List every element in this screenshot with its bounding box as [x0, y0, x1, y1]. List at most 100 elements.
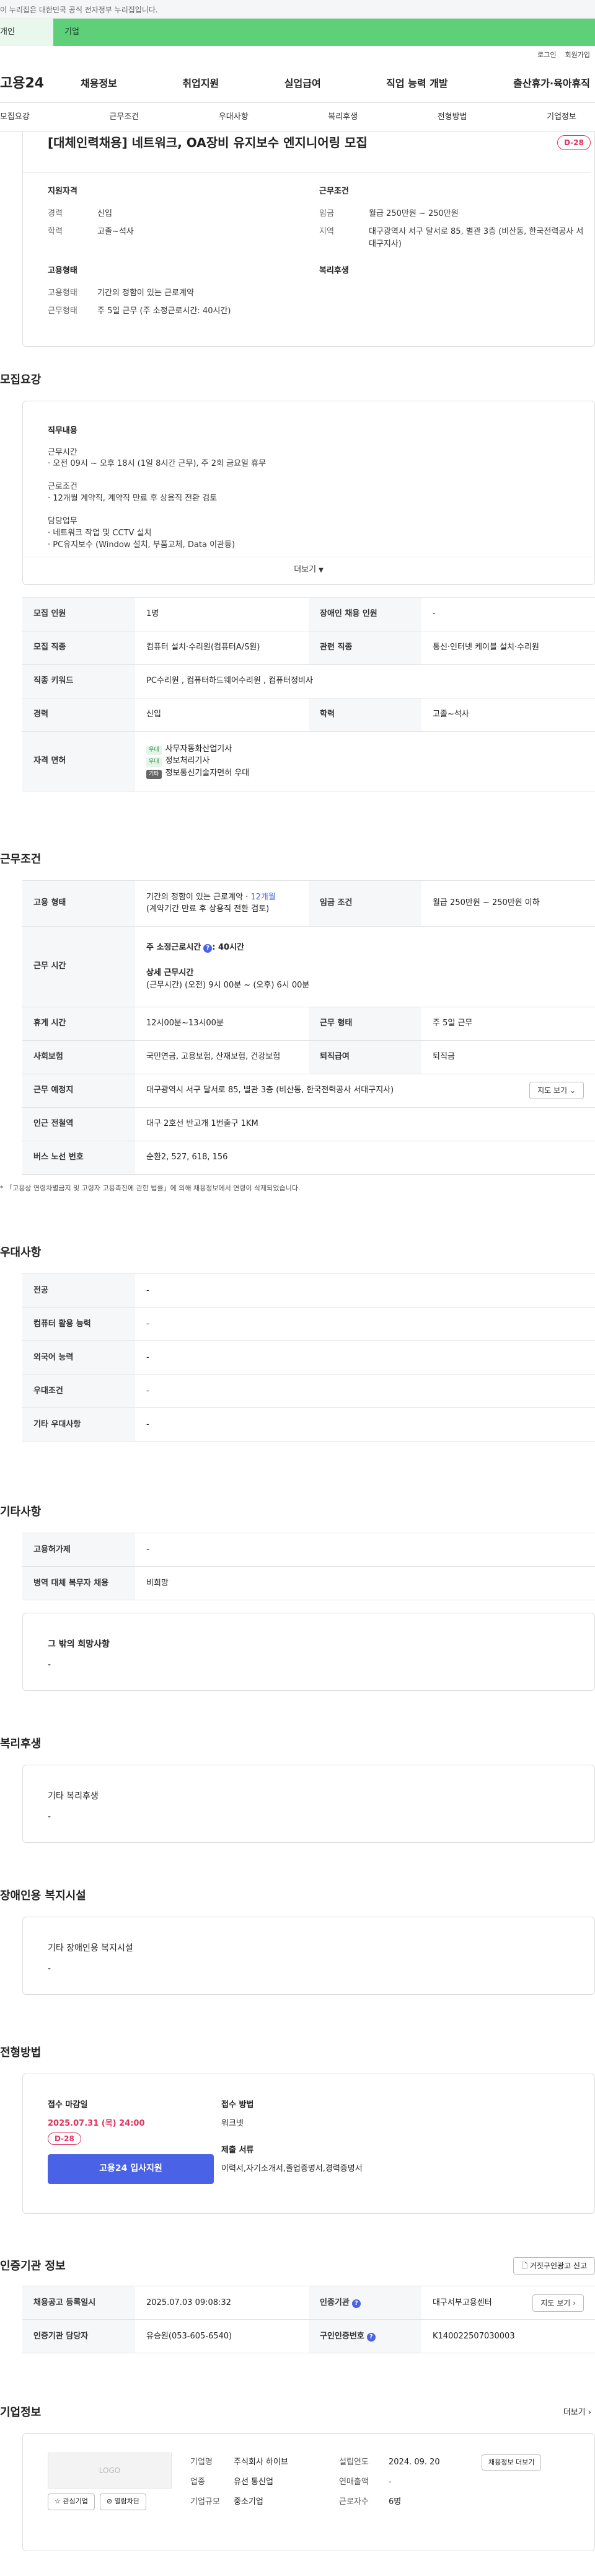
row-label: 모집 인원 — [22, 597, 135, 631]
row-value: K140022507030003 — [421, 2319, 595, 2353]
site-logo[interactable]: 고용24 — [0, 73, 81, 94]
work-condition-heading: 근무조건 — [319, 187, 349, 196]
row-value: - — [135, 1407, 595, 1442]
gnb-item-parental-leave[interactable]: 출산휴가·육아휴직 — [513, 76, 590, 91]
apply-button[interactable]: 고용24 입사지원 — [48, 2154, 214, 2184]
row-value: (근무시간) (오전) 9시 00분 ~ (오후) 6시 00분 — [146, 980, 310, 990]
row-label: 고용허가제 — [22, 1533, 135, 1567]
company-label: 설립연도 — [339, 2458, 369, 2467]
row-label: 고용 형태 — [22, 880, 135, 927]
company-value: 6명 — [389, 2497, 402, 2507]
gnb-item-jobs[interactable]: 채용정보 — [81, 76, 117, 91]
row-value: PC수리원 , 컴퓨터하드웨어수리원 , 컴퓨터정비사 — [135, 664, 595, 698]
row-value: 대구광역시 서구 달서로 85, 별관 3층 (비산동, 한국전력공사 서대구지… — [146, 1085, 394, 1095]
gnb-item-unemployment-benefit[interactable]: 실업급여 — [284, 76, 321, 91]
qual-label: 경력 — [48, 208, 63, 218]
row-value: 1명 — [135, 597, 309, 631]
work-label: 임금 — [319, 208, 334, 218]
document-icon: 🗋 — [521, 2262, 530, 2270]
star-icon: ☆ — [55, 2497, 63, 2505]
job-detail-heading: 직무내용 — [48, 426, 77, 435]
company-card: LOGO ☆ 관심기업 ⊘ 열람차단 기업명 주식회사 하이브 설립연도 202… — [22, 2433, 595, 2551]
row-label: 경력 — [22, 698, 135, 732]
docs-value: 이력서,자기소개서,졸업증명서,경력증명서 — [221, 2164, 363, 2173]
row-value: 비희망 — [135, 1566, 595, 1600]
row-label: 우대조건 — [22, 1374, 135, 1408]
method-value: 워크넷 — [221, 2118, 244, 2128]
welfare-heading: 기타 복리후생 — [48, 1791, 99, 1801]
dday-badge: D-28 — [557, 135, 591, 150]
company-label: 연매출액 — [339, 2477, 369, 2487]
subnav-apply[interactable]: 전형방법 — [438, 111, 467, 123]
qual-label: 학력 — [48, 227, 63, 236]
help-icon[interactable]: ? — [351, 2299, 361, 2308]
login-link[interactable]: 로그인 — [537, 50, 556, 61]
row-value: 컴퓨터 설치·수리원(컴퓨터A/S원) — [135, 631, 309, 665]
row-value: 신입 — [135, 698, 309, 732]
section-title-facility: 장애인용 복지시설 — [0, 1889, 86, 1902]
asterisk-icon: * — [0, 1183, 6, 1192]
row-value: - — [135, 1533, 595, 1567]
section-title-apply: 전형방법 — [0, 2046, 42, 2059]
welfare-value: - — [48, 1812, 51, 1822]
gnb-item-employment-support[interactable]: 취업지원 — [182, 76, 219, 91]
deadline-value: 2025.07.31 (목) 24:00 — [48, 2118, 145, 2128]
help-icon[interactable]: ? — [203, 943, 213, 953]
row-value: 유승원(053-605-6540) — [135, 2319, 309, 2353]
row-value: 대구 2호선 반고개 1번출구 1KM — [135, 1107, 595, 1141]
subnav-welfare[interactable]: 복리후생 — [328, 111, 358, 123]
row-label: 학력 — [309, 698, 421, 732]
facility-heading: 기타 장애인용 복지시설 — [48, 1943, 133, 1953]
chevron-down-icon: ▼ — [319, 566, 324, 574]
section-subnav: 모집요강 근무조건 우대사항 복리후생 전형방법 기업정보 — [0, 103, 595, 131]
gnb-item-vocational-training[interactable]: 직업 능력 개발 — [386, 76, 447, 91]
tab-company[interactable]: 기업 — [53, 19, 595, 46]
docs-label: 제출 서류 — [221, 2146, 254, 2155]
detail-line: · 오전 09시 ~ 오후 18시 (1일 8시간 근무), 주 2회 금요일 … — [48, 459, 267, 469]
more-button[interactable]: 더보기 ▼ — [23, 555, 594, 584]
help-icon[interactable]: ? — [366, 2332, 376, 2342]
company-label: 기업규모 — [190, 2497, 220, 2507]
block-button[interactable]: ⊘ 열람차단 — [99, 2494, 147, 2510]
etc-table: 고용허가제 - 병역 대체 복무자 채용 비희망 — [22, 1533, 595, 1600]
subnav-work[interactable]: 근무조건 — [109, 111, 139, 123]
block-icon: ⊘ — [106, 2497, 115, 2505]
chevron-down-icon: ⌄ — [569, 1086, 576, 1095]
wish-heading: 그 밖의 희망사항 — [48, 1639, 110, 1649]
qual-value: 고졸~석사 — [97, 227, 134, 236]
company-label: 기업명 — [190, 2458, 213, 2467]
util-bar: 로그인 회원가입 — [0, 46, 595, 65]
subnav-company[interactable]: 기업정보 — [547, 111, 576, 123]
row-label: 기타 우대사항 — [22, 1407, 135, 1442]
company-jobs-button[interactable]: 채용정보 더보기 — [482, 2454, 542, 2471]
company-value: 주식회사 하이브 — [234, 2458, 288, 2467]
row-label: 임금 조건 — [309, 880, 421, 927]
license-item: 우대 사무자동화산업기사 — [146, 743, 584, 755]
report-button[interactable]: 🗋 거짓구인광고 신고 — [513, 2257, 595, 2275]
emp-value: 주 5일 근무 (주 소정근로시간: 40시간) — [97, 306, 231, 316]
row-label: 구인인증번호? — [309, 2319, 421, 2353]
row-label: 직종 키워드 — [22, 664, 135, 698]
row-value: 국민연금, 고용보험, 산재보험, 건강보험 — [135, 1040, 309, 1074]
subnav-prefer[interactable]: 우대사항 — [219, 111, 249, 123]
subnav-recruit[interactable]: 모집요강 — [0, 111, 30, 123]
row-label: 컴퓨터 활용 능력 — [22, 1307, 135, 1341]
row-value: 12시00분~13시00분 — [135, 1007, 309, 1041]
map-button[interactable]: 지도 보기 ⌄ — [529, 1082, 584, 1099]
signup-link[interactable]: 회원가입 — [565, 50, 590, 61]
row-value: - — [135, 1340, 595, 1375]
detail-line: 근무시간 — [48, 447, 77, 457]
license-tag: 우대 — [146, 757, 162, 767]
global-nav: 고용24 채용정보 취업지원 실업급여 직업 능력 개발 출산휴가·육아휴직 — [0, 65, 595, 103]
map-button[interactable]: 지도 보기 › — [532, 2294, 584, 2312]
gov-banner: 이 누리집은 대한민국 공식 전자정부 누리집입니다. — [0, 0, 595, 19]
company-value: 중소기업 — [234, 2497, 263, 2507]
favorite-company-button[interactable]: ☆ 관심기업 — [48, 2494, 95, 2510]
wish-card: 그 밖의 희망사항 - — [22, 1613, 595, 1691]
section-title-welfare: 복리후생 — [0, 1737, 42, 1750]
row-value: 고졸~석사 — [421, 698, 595, 732]
cert-table: 채용공고 등록일시 2025.07.03 09:08:32 인증기관? 대구서부… — [22, 2286, 595, 2353]
company-more-link[interactable]: 더보기 › — [563, 2407, 595, 2419]
detail-line: 근로조건 — [48, 482, 77, 492]
tab-personal[interactable]: 개인 — [0, 19, 53, 46]
